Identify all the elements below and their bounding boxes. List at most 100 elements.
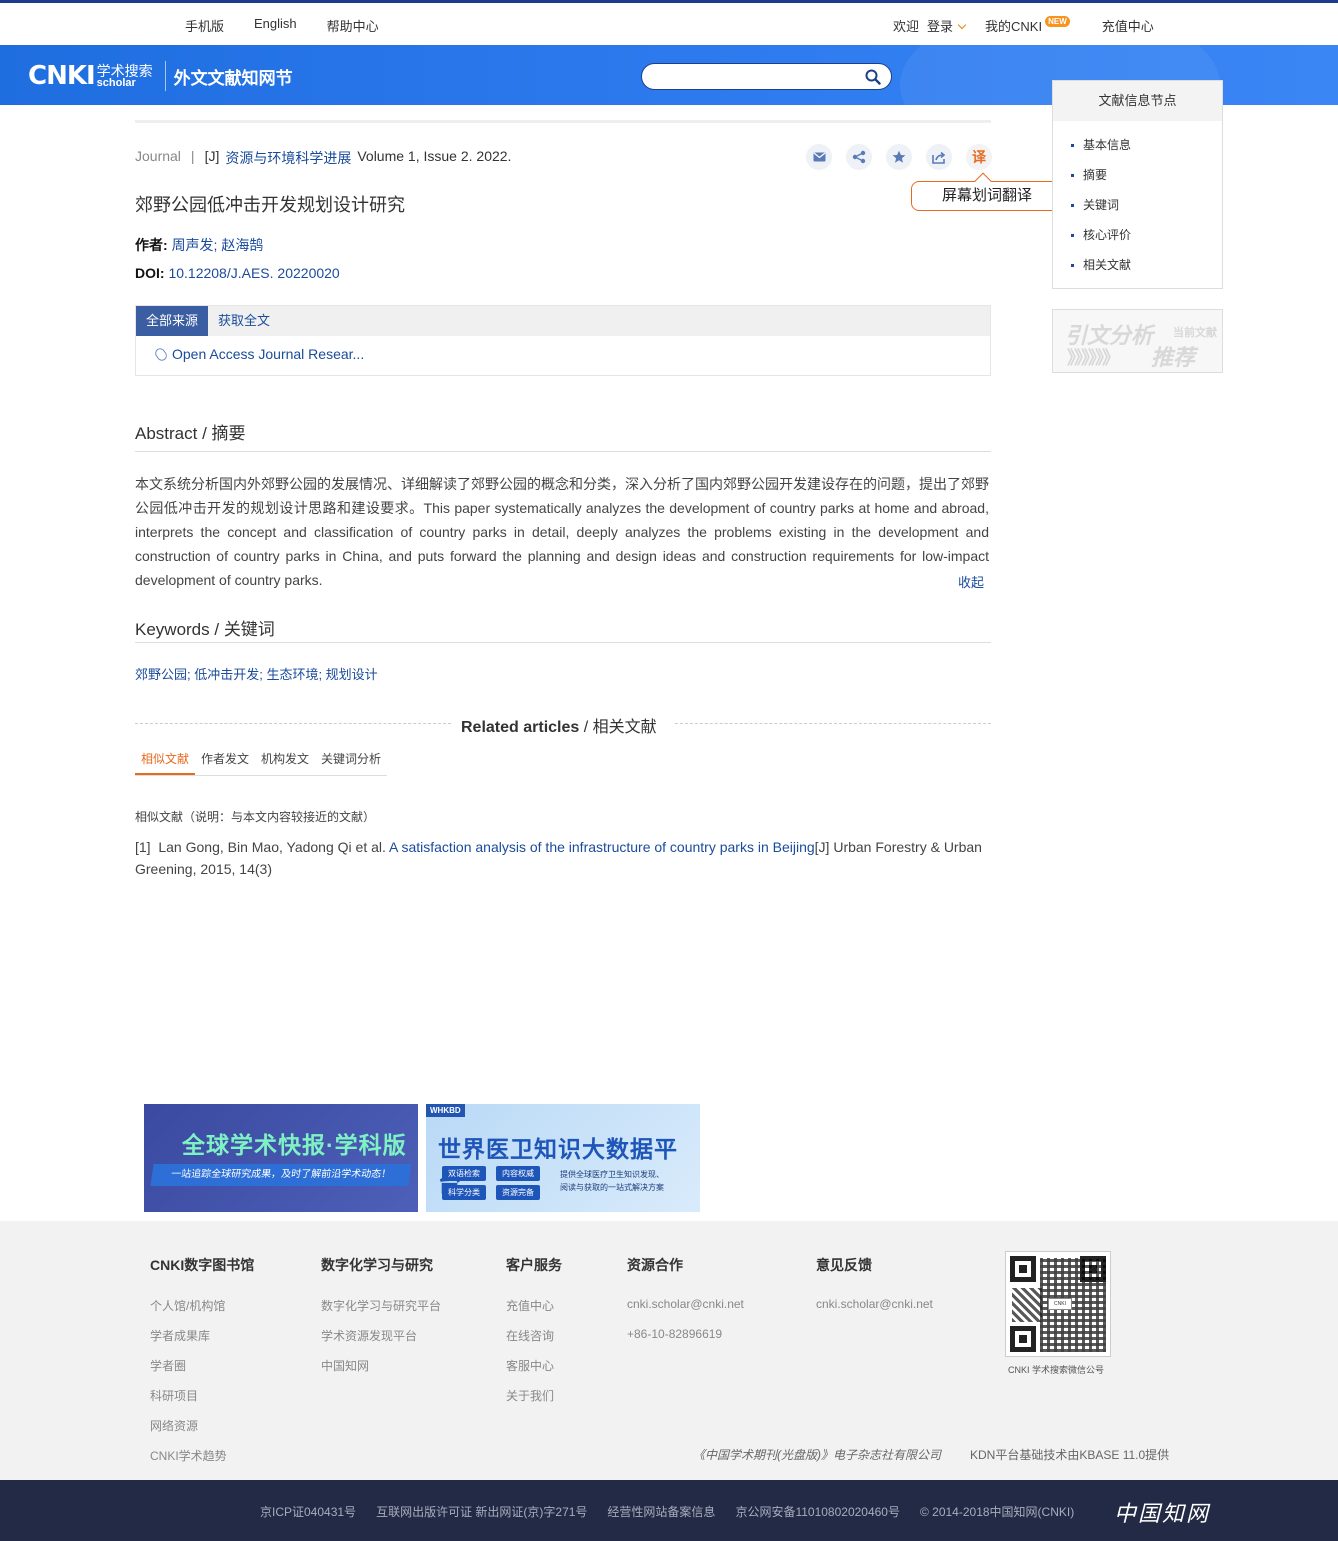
footer-link[interactable]: CNKI学术趋势 <box>150 1449 227 1463</box>
export-button[interactable] <box>926 144 952 170</box>
journal-code: [J] <box>204 148 220 164</box>
footer-link[interactable]: 在线咨询 <box>506 1329 554 1343</box>
recharge-link[interactable]: 充值中心 <box>1102 16 1154 35</box>
banner2-desc-line1: 提供全球医疗卫生知识发现、 <box>560 1170 664 1179</box>
article-type: Journal <box>135 148 181 164</box>
tab-get-fulltext[interactable]: 获取全文 <box>208 306 280 336</box>
qr-finder <box>1010 1256 1036 1282</box>
sidebar-item-basic-info[interactable]: 基本信息 <box>1071 135 1222 165</box>
authors-label: 作者: <box>135 237 168 253</box>
banner1-title: 全球学术快报·学科版 <box>182 1132 407 1158</box>
cite-recommend: 推荐 <box>1151 345 1196 370</box>
tab-author-works[interactable]: 作者发文 <box>195 750 255 775</box>
citation-analysis-button[interactable]: 引文分析 当前文献 》》》》》》 推荐 <box>1052 309 1223 373</box>
footer-col-cooperation: 资源合作 cnki.scholar@cnki.net +86-10-828966… <box>627 1255 744 1357</box>
sidebar-item-keywords[interactable]: 关键词 <box>1071 195 1222 225</box>
help-link[interactable]: 帮助中心 <box>327 16 379 35</box>
translate-button[interactable]: 译 <box>966 144 992 170</box>
english-link[interactable]: English <box>254 16 297 35</box>
related-note: 相似文献（说明：与本文内容较接近的文献） <box>135 810 376 824</box>
sidebar-item-related[interactable]: 相关文献 <box>1071 255 1222 285</box>
banner2-pill: 资源完备 <box>496 1185 540 1200</box>
footer-link[interactable]: 学术资源发现平台 <box>321 1329 417 1343</box>
tab-keyword-analysis[interactable]: 关键词分析 <box>315 750 387 775</box>
info-nodes-panel: 文献信息节点 基本信息 摘要 关键词 核心评价 相关文献 <box>1052 80 1223 289</box>
translate-tooltip: 屏幕划词翻译 <box>911 181 1063 211</box>
collapse-link[interactable]: 收起 <box>958 572 984 591</box>
journal-link[interactable]: 资源与环境科学进展 <box>225 148 351 168</box>
arrows-icon: 》》》》》》 <box>1067 348 1120 368</box>
icp-link[interactable]: 京ICP证040431号 <box>260 1503 356 1520</box>
email-button[interactable] <box>806 144 832 170</box>
cnki-logo[interactable]: CNKI 学术搜索 scholar 外文文献知网节 <box>28 61 293 91</box>
ref-authors: Lan Gong, Bin Mao, Yadong Qi et al. <box>158 839 386 855</box>
source-link[interactable]: Open Access Journal Resear... <box>153 345 364 363</box>
journal-volume: Volume 1, Issue 2. 2022. <box>357 148 512 164</box>
my-cnki-label: 我的CNKI <box>985 19 1043 34</box>
login-label: 登录 <box>927 19 954 34</box>
footer-col-title: 客户服务 <box>506 1257 562 1273</box>
sidebar-item-core-evaluation[interactable]: 核心评价 <box>1071 225 1222 255</box>
footer-link[interactable]: 关于我们 <box>506 1389 554 1403</box>
page-title: 郊野公园低冲击开发规划设计研究 <box>135 195 405 215</box>
banner2-pill: 双语检索 <box>442 1166 486 1181</box>
footer-link[interactable]: 客服中心 <box>506 1359 554 1373</box>
footer-link[interactable]: 学者圈 <box>150 1359 186 1373</box>
footer-link[interactable]: cnki.scholar@cnki.net <box>627 1297 744 1311</box>
ref-index: [1] <box>135 839 151 855</box>
footer-col-title: 资源合作 <box>627 1257 683 1273</box>
banner2-tag: WHKBD <box>426 1104 465 1117</box>
info-nodes-list: 基本信息 摘要 关键词 核心评价 相关文献 <box>1053 121 1222 285</box>
footer-link[interactable]: 数字化学习与研究平台 <box>321 1299 441 1313</box>
banner2-pill: 科学分类 <box>442 1185 486 1200</box>
footer-link[interactable]: 中国知网 <box>321 1359 369 1373</box>
footer-link[interactable]: 个人馆/机构馆 <box>150 1299 225 1313</box>
footer-link[interactable]: 科研项目 <box>150 1389 198 1403</box>
qr-finder <box>1010 1326 1036 1352</box>
chevron-down-icon <box>957 20 967 30</box>
my-cnki-link[interactable]: 我的CNKI NEW <box>985 16 1070 35</box>
share-button[interactable] <box>846 144 872 170</box>
site-title: 外文文献知网节 <box>173 68 293 88</box>
export-icon <box>932 151 946 164</box>
keywords-heading-cn: 关键词 <box>223 620 275 639</box>
footer-publisher: 《中国学术期刊(光盘版)》电子杂志社有限公司 <box>693 1448 941 1462</box>
mobile-link[interactable]: 手机版 <box>185 16 224 35</box>
banner-medical-platform[interactable]: WHKBD 世界医卫知识大数据平台 双语检索 内容权威 科学分类 资源完备 提供… <box>426 1104 700 1212</box>
copyright-text: © 2014-2018中国知网(CNKI) <box>919 1505 1075 1519</box>
ref-title-link[interactable]: A satisfaction analysis of the infrastru… <box>389 839 815 855</box>
translate-icon: 译 <box>972 149 986 165</box>
mail-icon <box>813 152 825 162</box>
qr-logo: CNKI <box>1048 1298 1072 1310</box>
search-input[interactable] <box>654 68 854 86</box>
top-left-links: 手机版 English 帮助中心 <box>185 16 379 35</box>
abstract-heading-en: Abstract <box>135 424 198 443</box>
banner-global-academic[interactable]: 全球学术快报·学科版 一站追踪全球研究成果，及时了解前沿学术动态！ <box>144 1104 418 1212</box>
tab-all-sources[interactable]: 全部来源 <box>136 306 209 336</box>
related-dash-right <box>675 723 991 724</box>
keywords-list[interactable]: 郊野公园; 低冲击开发; 生态环境; 规划设计 <box>135 664 378 683</box>
favorite-button[interactable] <box>886 144 912 170</box>
site-record-link[interactable]: 经营性网站备案信息 <box>607 1503 715 1520</box>
doi-label: DOI: <box>135 265 165 281</box>
logo-main: CNKI <box>28 61 96 91</box>
police-record-link[interactable]: 京公网安备11010802020460号 <box>735 1503 900 1520</box>
sidebar-item-abstract[interactable]: 摘要 <box>1071 165 1222 195</box>
search-box <box>641 63 892 90</box>
footer-link[interactable]: 学者成果库 <box>150 1329 210 1343</box>
publish-license-link[interactable]: 互联网出版许可证 新出网证(京)字271号 <box>376 1503 587 1520</box>
authors-link[interactable]: 周声发; 赵海鹄 <box>172 237 264 253</box>
meta-separator: | <box>190 148 195 164</box>
footer-link[interactable]: 充值中心 <box>506 1299 554 1313</box>
search-icon[interactable] <box>865 69 881 85</box>
doi-link[interactable]: 10.12208/J.AES. 20220020 <box>168 265 339 281</box>
footer-col-service: 客户服务 充值中心 在线咨询 客服中心 关于我们 <box>506 1255 562 1417</box>
paperclip-icon <box>153 345 169 363</box>
footer-link[interactable]: 网络资源 <box>150 1419 198 1433</box>
tab-institution-works[interactable]: 机构发文 <box>255 750 315 775</box>
related-tabs: 相似文献 作者发文 机构发文 关键词分析 <box>135 750 388 776</box>
tab-similar[interactable]: 相似文献 <box>135 750 196 775</box>
login-link[interactable]: 登录 <box>927 16 967 35</box>
footer-link[interactable]: cnki.scholar@cnki.net <box>816 1297 933 1311</box>
footer: CNKI数字图书馆 个人馆/机构馆 学者成果库 学者圈 科研项目 网络资源 CN… <box>0 1221 1338 1480</box>
